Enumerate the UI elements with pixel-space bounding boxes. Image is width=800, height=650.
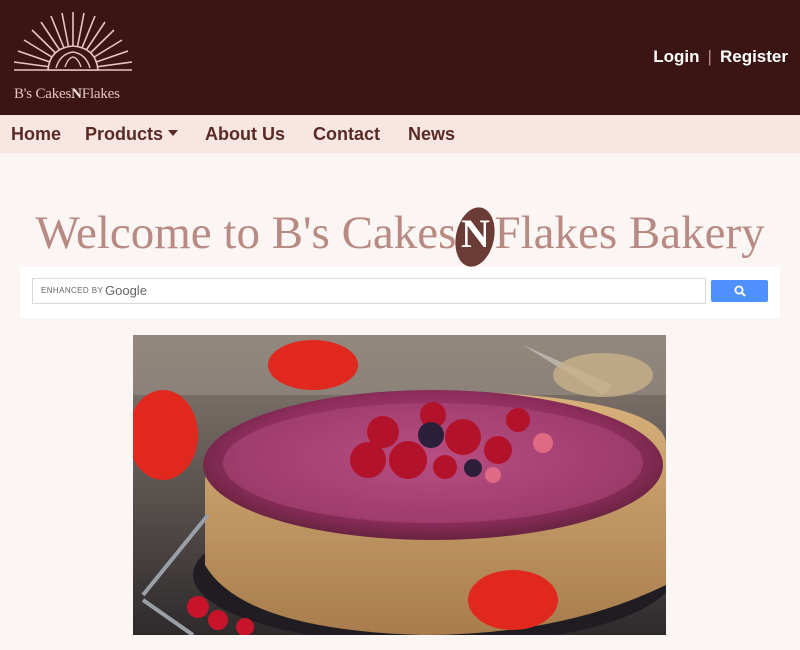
title-mark: N <box>460 211 490 257</box>
site-header: B's CakesNFlakes Login | Register <box>0 0 800 115</box>
login-link[interactable]: Login <box>653 47 699 66</box>
search-button[interactable] <box>711 280 768 302</box>
nav-about-us[interactable]: About Us <box>205 124 285 145</box>
site-search: ENHANCED BY Google <box>20 267 780 318</box>
page-title: Welcome to B's Cakes N Flakes Bakery <box>0 205 800 267</box>
logo-suffix: Flakes <box>81 86 120 102</box>
caret-down-icon <box>168 130 179 137</box>
search-icon <box>734 285 746 297</box>
search-input[interactable]: ENHANCED BY Google <box>32 278 706 304</box>
search-provider-label: Google <box>105 283 147 298</box>
hero-cheesecake-image <box>133 335 666 635</box>
nav-contact[interactable]: Contact <box>313 124 380 145</box>
nav-news[interactable]: News <box>408 124 455 145</box>
search-enhanced-label: ENHANCED BY <box>41 286 104 295</box>
logo-wordmark: B's CakesNFlakes <box>14 86 140 103</box>
site-logo[interactable]: B's CakesNFlakes <box>10 10 136 106</box>
nav-products-label: Products <box>85 124 164 144</box>
nav-home[interactable]: Home <box>11 124 61 145</box>
logo-name: B's Cakes <box>14 86 72 102</box>
main-nav: Home Products About Us Contact News <box>0 115 800 153</box>
auth-separator: | <box>707 47 712 66</box>
logo-mark: N <box>71 86 82 102</box>
title-after: Flakes Bakery <box>494 207 765 259</box>
auth-links: Login | Register <box>653 47 788 67</box>
title-mark-badge: N <box>454 207 496 267</box>
register-link[interactable]: Register <box>720 47 788 66</box>
nav-products[interactable]: Products <box>85 124 179 145</box>
sunburst-croissant-icon <box>13 12 133 71</box>
title-before: Welcome to B's Cakes <box>35 207 457 259</box>
